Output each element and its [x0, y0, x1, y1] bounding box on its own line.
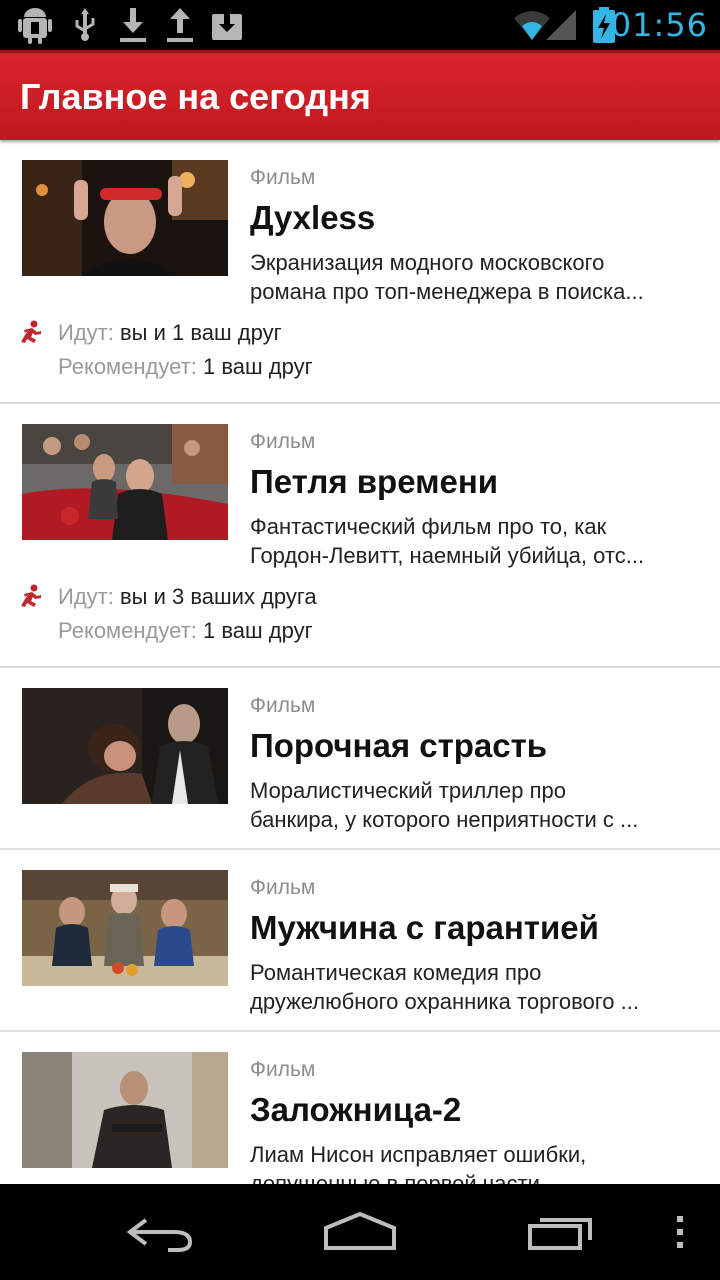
- going-value: вы и 3 ваших друга: [119, 584, 317, 609]
- download-icon: [120, 8, 146, 42]
- feed-list[interactable]: Фильм Духless Экранизация модного москов…: [0, 140, 720, 1184]
- list-item[interactable]: Фильм Духless Экранизация модного москов…: [0, 140, 720, 404]
- movie-poster-thumbnail: [22, 424, 228, 540]
- usb-icon: [75, 8, 95, 41]
- navigation-bar: [0, 1184, 720, 1280]
- description-line: допущенные в первой части: [250, 1171, 540, 1184]
- description-line: Лиам Нисон исправляет ошибки,: [250, 1142, 587, 1167]
- recommends-value: 1 ваш друг: [202, 618, 313, 643]
- item-title: Петля времени: [250, 463, 499, 500]
- item-category: Фильм: [250, 166, 316, 189]
- back-icon[interactable]: [124, 1202, 196, 1262]
- description-line: дружелюбного охранника торгового ...: [250, 989, 639, 1014]
- item-category: Фильм: [250, 1058, 316, 1081]
- item-category: Фильм: [250, 430, 316, 453]
- runner-icon: [21, 320, 41, 343]
- recent-apps-icon[interactable]: [526, 1202, 598, 1262]
- runner-icon: [21, 584, 41, 607]
- going-row: Идут: вы и 3 ваших друга: [20, 580, 700, 614]
- item-title: Мужчина с гарантией: [250, 909, 599, 946]
- going-row: Идут: вы и 1 ваш друг: [20, 316, 700, 350]
- description-line: Фантастический фильм про то, как: [250, 514, 607, 539]
- description-line: банкира, у которого неприятности с ...: [250, 807, 639, 832]
- item-title: Заложница-2: [250, 1091, 462, 1128]
- social-info: Идут: вы и 1 ваш друг Рекомендует: 1 ваш…: [20, 316, 700, 384]
- overflow-menu-icon[interactable]: [672, 1202, 688, 1262]
- page-title: Главное на сегодня: [20, 76, 371, 117]
- inbox-download-icon: [212, 14, 242, 40]
- recommends-row: Рекомендует: 1 ваш друг: [20, 614, 700, 648]
- recommends-row: Рекомендует: 1 ваш друг: [20, 350, 700, 384]
- item-description: Лиам Нисон исправляет ошибки, допущенные…: [250, 1140, 700, 1184]
- list-item[interactable]: Фильм Заложница-2 Лиам Нисон исправляет …: [0, 1032, 720, 1184]
- item-description: Моралистический триллер про банкира, у к…: [250, 776, 700, 834]
- clock: 01:56: [610, 6, 708, 44]
- description-line: Романтическая комедия про: [250, 960, 542, 985]
- going-label: Идут:: [58, 320, 114, 345]
- item-title: Духless: [250, 199, 376, 236]
- upload-icon: [167, 8, 193, 42]
- description-line: Моралистический триллер про: [250, 778, 567, 803]
- recommends-value: 1 ваш друг: [202, 354, 313, 379]
- list-item[interactable]: Фильм Порочная страсть Моралистический т…: [0, 668, 720, 850]
- going-label: Идут:: [58, 584, 114, 609]
- description-line: романа про топ-менеджера в поиска...: [250, 279, 644, 304]
- movie-poster-thumbnail: [22, 160, 228, 276]
- wifi-signal-icon: [514, 10, 576, 40]
- movie-poster-thumbnail: [22, 870, 228, 986]
- status-bar: 01:56: [0, 0, 720, 50]
- item-description: Фантастический фильм про то, как Гордон-…: [250, 512, 700, 570]
- description-line: Экранизация модного московского: [250, 250, 605, 275]
- item-description: Романтическая комедия про дружелюбного о…: [250, 958, 700, 1016]
- recommends-label: Рекомендует:: [58, 354, 197, 379]
- going-value: вы и 1 ваш друг: [119, 320, 282, 345]
- movie-poster-thumbnail: [22, 688, 228, 804]
- list-item[interactable]: Фильм Мужчина с гарантией Романтическая …: [0, 850, 720, 1032]
- recommends-label: Рекомендует:: [58, 618, 197, 643]
- action-bar: Главное на сегодня: [0, 50, 720, 140]
- item-description: Экранизация модного московского романа п…: [250, 248, 700, 306]
- item-category: Фильм: [250, 876, 316, 899]
- social-info: Идут: вы и 3 ваших друга Рекомендует: 1 …: [20, 580, 700, 648]
- movie-poster-thumbnail: [22, 1052, 228, 1168]
- android-debug-icon: [18, 8, 52, 44]
- item-category: Фильм: [250, 694, 316, 717]
- list-item[interactable]: Фильм Петля времени Фантастический фильм…: [0, 404, 720, 668]
- description-line: Гордон-Левитт, наемный убийца, отс...: [250, 543, 645, 568]
- item-title: Порочная страсть: [250, 727, 548, 764]
- home-icon[interactable]: [322, 1202, 398, 1262]
